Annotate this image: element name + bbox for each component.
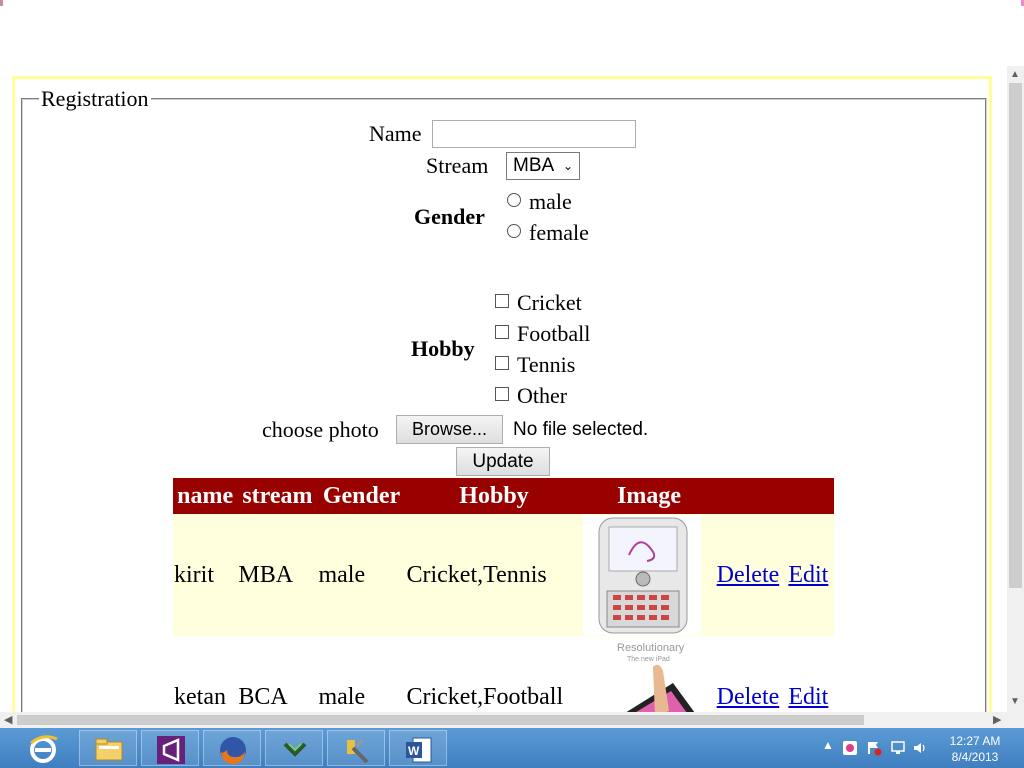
scrollbar-corner [1007, 712, 1024, 728]
hobby-option-label: Football [517, 321, 591, 346]
stream-label: Stream [426, 153, 489, 178]
horizontal-scrollbar[interactable]: ◀ ▶ [0, 712, 1007, 728]
svg-text:W: W [408, 744, 420, 758]
table-row: kirit MBA male Cricket,Tennis Delete Edi… [173, 514, 834, 636]
stream-selected-value: MBA [513, 155, 555, 176]
app-icon[interactable] [265, 730, 323, 766]
file-status-text: No file selected. [513, 419, 649, 440]
scroll-left-icon[interactable]: ◀ [4, 713, 12, 726]
tray-app-icon[interactable] [842, 740, 858, 759]
phone-image [583, 515, 702, 635]
gender-label: Gender [414, 204, 485, 229]
delete-link[interactable]: Delete [717, 562, 780, 588]
hobby-option-tennis[interactable]: Tennis [495, 352, 575, 378]
ipad-image: Resolutionary The new iPad [583, 637, 702, 712]
scroll-right-icon[interactable]: ▶ [993, 713, 1001, 726]
scroll-up-icon[interactable]: ▲ [1010, 69, 1020, 80]
hobby-option-other[interactable]: Other [495, 383, 567, 409]
column-header-actions [715, 478, 788, 514]
edit-link-cell[interactable]: Edit [787, 514, 834, 636]
hobby-option-football[interactable]: Football [495, 321, 590, 347]
edit-link[interactable]: Edit [788, 562, 828, 588]
vertical-scroll-thumb[interactable] [1009, 83, 1022, 588]
page-viewport: Registration Name Stream MBA ⌄ Gender ma… [0, 76, 1007, 712]
delete-link[interactable]: Delete [717, 684, 780, 710]
horizontal-scroll-thumb[interactable] [17, 715, 864, 725]
chevron-down-icon: ⌄ [562, 159, 573, 173]
hobby-option-label: Tennis [517, 352, 576, 377]
action-center-icon[interactable] [866, 740, 882, 759]
delete-link-cell[interactable]: Delete [715, 636, 788, 712]
word-icon[interactable]: W [389, 730, 447, 766]
table-row: ketan BCA male Cricket,Football Resoluti… [173, 636, 834, 712]
scroll-down-icon[interactable]: ▼ [1010, 696, 1020, 707]
radio-icon[interactable] [507, 193, 521, 207]
cell-gender: male [317, 514, 406, 636]
registration-legend: Registration [41, 86, 149, 111]
stream-select[interactable]: MBA ⌄ [506, 152, 580, 180]
cell-hobby: Cricket,Tennis [405, 514, 583, 636]
taskbar-clock[interactable]: 12:27 AM 8/4/2013 [940, 733, 1010, 765]
column-header-image: Image [582, 478, 716, 514]
photo-label: choose photo [262, 417, 379, 442]
table-header-row: name stream Gender Hobby Image [173, 478, 834, 514]
clock-date: 8/4/2013 [951, 750, 999, 764]
windows-taskbar: W ▲ 12:27 AM 8/4/2013 [0, 728, 1024, 768]
vertical-scrollbar[interactable]: ▲ ▼ [1007, 66, 1024, 712]
cell-name: kirit [173, 514, 238, 636]
cell-gender: male [317, 636, 406, 712]
window-top-edge [0, 0, 1024, 8]
cell-image [582, 514, 716, 636]
column-header-actions-2 [787, 478, 834, 514]
internet-explorer-icon[interactable] [14, 730, 72, 766]
visual-studio-icon[interactable] [141, 730, 199, 766]
cell-stream: MBA [237, 514, 318, 636]
network-icon[interactable] [890, 740, 906, 759]
name-input[interactable] [432, 120, 636, 148]
records-table: name stream Gender Hobby Image kirit MBA… [173, 478, 834, 712]
column-header-stream: stream [237, 478, 318, 514]
clock-time: 12:27 AM [949, 734, 1001, 748]
cell-hobby: Cricket,Football [405, 636, 583, 712]
checkbox-icon[interactable] [495, 387, 509, 401]
gender-option-female[interactable]: female [507, 220, 589, 246]
column-header-gender: Gender [317, 478, 406, 514]
image-caption-line2: The new iPad [627, 656, 670, 663]
tools-icon[interactable] [327, 730, 385, 766]
browse-button[interactable]: Browse... [396, 415, 503, 444]
gender-option-label: female [529, 220, 589, 245]
gender-option-male[interactable]: male [507, 189, 572, 215]
cell-name: ketan [173, 636, 238, 712]
radio-icon[interactable] [507, 224, 521, 238]
cell-stream: BCA [237, 636, 318, 712]
volume-icon[interactable] [912, 740, 928, 759]
image-caption-line1: Resolutionary [617, 642, 685, 654]
column-header-name: name [173, 478, 238, 514]
edit-link[interactable]: Edit [788, 684, 828, 710]
file-explorer-icon[interactable] [79, 730, 137, 766]
cell-image: Resolutionary The new iPad [582, 636, 716, 712]
column-header-hobby: Hobby [405, 478, 583, 514]
hobby-option-label: Other [517, 383, 568, 408]
hobby-option-cricket[interactable]: Cricket [495, 290, 582, 316]
edit-link-cell[interactable]: Edit [787, 636, 834, 712]
firefox-icon[interactable] [203, 730, 261, 766]
show-hidden-icons-icon[interactable]: ▲ [822, 738, 834, 752]
edge-marker-left [0, 0, 3, 6]
update-button[interactable]: Update [456, 447, 550, 476]
delete-link-cell[interactable]: Delete [715, 514, 788, 636]
hobby-label: Hobby [411, 336, 475, 361]
checkbox-icon[interactable] [495, 325, 509, 339]
hobby-option-label: Cricket [517, 290, 582, 315]
checkbox-icon[interactable] [495, 356, 509, 370]
gender-option-label: male [529, 189, 572, 214]
checkbox-icon[interactable] [495, 294, 509, 308]
name-label: Name [369, 121, 422, 146]
